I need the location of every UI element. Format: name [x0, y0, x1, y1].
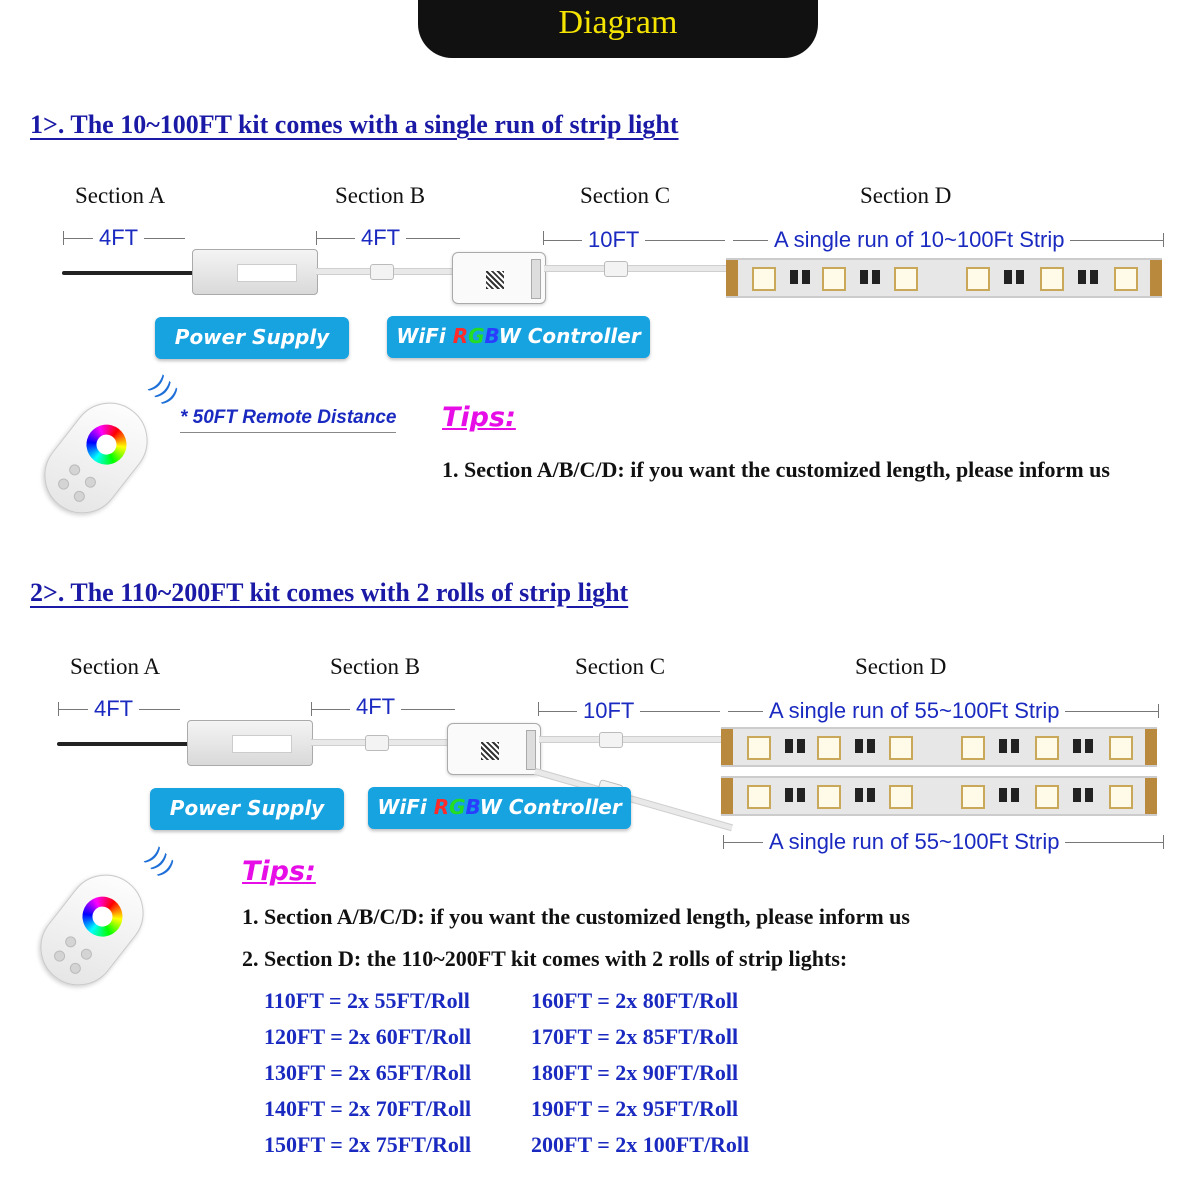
controller-icon	[447, 723, 541, 775]
remote-control-icon	[25, 859, 159, 1001]
combo-left-1: 110FT = 2x 55FT/Roll	[264, 988, 470, 1013]
combo-right-4: 190FT = 2x 95FT/Roll	[531, 1096, 739, 1121]
wifi-controller-label: WiFi RGBW Controller	[368, 787, 631, 829]
wifi-signal-icon: )))	[144, 370, 184, 410]
wifi-signal-icon: )))	[140, 842, 180, 882]
s2-tip-1: 1. Section A/B/C/D: if you want the cust…	[242, 904, 910, 929]
combo-left-4: 140FT = 2x 70FT/Roll	[264, 1096, 472, 1121]
s2-section-b-label: Section B	[330, 654, 421, 679]
s2-tip-2: 2. Section D: the 110~200FT kit comes wi…	[242, 946, 848, 971]
s2-section-c-label: Section C	[575, 654, 666, 679]
s1-tips-title: Tips:	[442, 402, 516, 433]
combo-right-3: 180FT = 2x 90FT/Roll	[531, 1060, 739, 1085]
led-strip-icon	[721, 727, 1157, 767]
s2-section-a-label: Section A	[70, 654, 161, 679]
s1-section-b-label: Section B	[335, 183, 426, 208]
s1-dim-b: 4FT	[355, 225, 407, 251]
s2-dim-tick	[1163, 835, 1164, 849]
s2-tips-title: Tips:	[242, 856, 316, 887]
s1-dim-a: 4FT	[93, 225, 145, 251]
s1-section-d-label: Section D	[860, 183, 952, 208]
header-banner: Diagram	[418, 0, 818, 58]
remote-control-icon	[29, 387, 163, 529]
power-supply-icon	[187, 720, 313, 766]
s2-dim-strip2: A single run of 55~100Ft Strip	[763, 829, 1066, 855]
combo-right-2: 170FT = 2x 85FT/Roll	[531, 1024, 739, 1049]
s1-dim-c: 10FT	[582, 227, 646, 253]
combo-right-1: 160FT = 2x 80FT/Roll	[531, 988, 739, 1013]
s2-connector	[365, 735, 389, 751]
s1-section-a-label: Section A	[75, 183, 166, 208]
page-title: Diagram	[558, 4, 678, 41]
s2-dim-b: 4FT	[350, 694, 402, 720]
led-strip-icon	[726, 258, 1162, 298]
s1-connector	[604, 261, 628, 277]
s1-dim-tick	[543, 231, 544, 245]
s1-power-cable	[62, 271, 194, 275]
s2-section-d-label: Section D	[855, 654, 947, 679]
s1-dim-tick	[1163, 233, 1164, 247]
section2-heading: 2>. The 110~200FT kit comes with 2 rolls…	[30, 578, 629, 607]
wifi-controller-label: WiFi RGBW Controller	[387, 316, 650, 358]
s2-dim-d: A single run of 55~100Ft Strip	[763, 698, 1066, 724]
s2-dim-tick	[538, 702, 539, 716]
section1-heading: 1>. The 10~100FT kit comes with a single…	[30, 110, 679, 139]
s2-dim-a: 4FT	[88, 696, 140, 722]
combo-right-5: 200FT = 2x 100FT/Roll	[531, 1132, 750, 1157]
s2-wire-c	[539, 736, 723, 743]
s2-connector	[599, 732, 623, 748]
s1-section-c-label: Section C	[580, 183, 671, 208]
s1-tip-1: 1. Section A/B/C/D: if you want the cust…	[442, 457, 1110, 482]
power-supply-label: Power Supply	[150, 788, 344, 830]
s1-connector	[370, 264, 394, 280]
power-supply-label: Power Supply	[155, 317, 349, 359]
s2-dim-c: 10FT	[577, 698, 641, 724]
led-strip-icon	[721, 776, 1157, 816]
s1-wire-c	[544, 265, 728, 272]
s2-power-cable	[57, 742, 189, 746]
combo-left-5: 150FT = 2x 75FT/Roll	[264, 1132, 472, 1157]
combo-left-3: 130FT = 2x 65FT/Roll	[264, 1060, 472, 1085]
s1-dim-d: A single run of 10~100Ft Strip	[768, 227, 1071, 253]
combo-left-2: 120FT = 2x 60FT/Roll	[264, 1024, 472, 1049]
controller-icon	[452, 252, 546, 304]
remote-distance-note: * 50FT Remote Distance	[180, 407, 397, 433]
power-supply-icon	[192, 249, 318, 295]
s2-dim-tick	[1158, 704, 1159, 718]
